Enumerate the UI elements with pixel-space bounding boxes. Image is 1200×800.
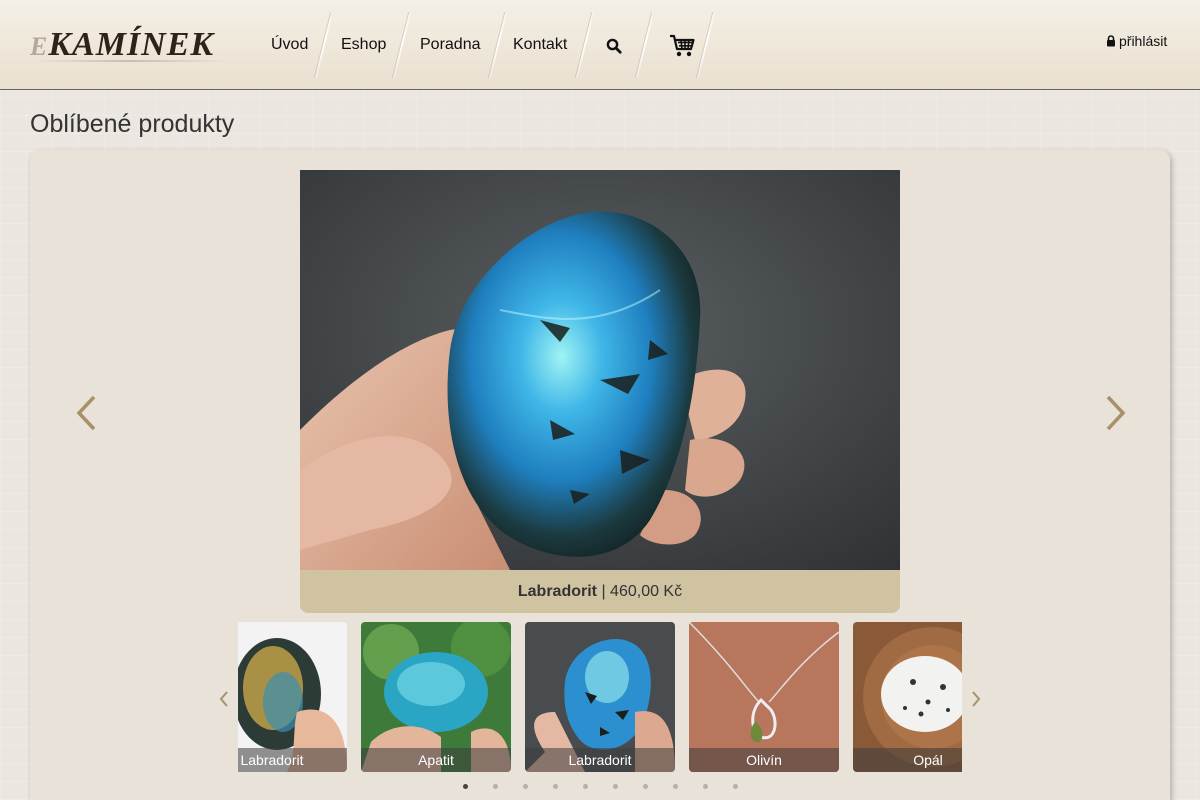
pagination-dot[interactable] <box>733 784 738 789</box>
thumbnail-item[interactable]: Apatit <box>361 622 511 772</box>
nav-divider <box>396 12 408 78</box>
carousel-prev-arrow-icon[interactable] <box>74 393 100 433</box>
thumbnail-label: Apatit <box>361 748 511 772</box>
login-link[interactable]: přihlásit <box>1106 33 1167 51</box>
nav-divider <box>700 12 712 78</box>
thumbnail-label: Opál <box>853 748 962 772</box>
nav-divider <box>639 12 651 78</box>
lock-icon <box>1107 35 1115 47</box>
thumbnail-label: Labradorit <box>238 748 347 772</box>
thumbs-next-arrow-icon[interactable] <box>971 690 981 708</box>
thumbnail-item[interactable]: Labradorit <box>238 622 347 772</box>
logo-text: KAMÍNEK <box>48 26 215 63</box>
featured-product-image[interactable] <box>300 170 900 570</box>
login-label: přihlásit <box>1119 33 1168 49</box>
pagination-dot[interactable] <box>703 784 708 789</box>
pagination-dot[interactable] <box>523 784 528 789</box>
pagination-dot[interactable] <box>643 784 648 789</box>
pagination-dot[interactable] <box>493 784 498 789</box>
nav-divider <box>318 12 330 78</box>
pagination-dot[interactable] <box>613 784 618 789</box>
thumbnail-label: Labradorit <box>525 748 675 772</box>
featured-product-name: Labradorit <box>517 583 597 600</box>
featured-product-caption[interactable]: Labradorit | 460,00 Kč <box>300 570 900 613</box>
nav-divider <box>579 12 591 78</box>
thumbnail-item[interactable]: Labradorit <box>525 622 675 772</box>
site-header: EKAMÍNEK Úvod Eshop Poradna Kontakt přih… <box>0 0 1200 90</box>
featured-product-price: 460,00 Kč <box>610 583 683 600</box>
page-title: Oblíbené produkty <box>30 110 235 138</box>
nav-item-eshop[interactable]: Eshop <box>341 30 386 60</box>
pagination-dot[interactable] <box>553 784 558 789</box>
nav-divider <box>492 12 504 78</box>
thumbnail-item[interactable]: Opál <box>853 622 962 772</box>
carousel-next-arrow-icon[interactable] <box>1102 393 1128 433</box>
nav-item-kontakt[interactable]: Kontakt <box>513 30 567 60</box>
logo-prefix: E <box>30 32 49 61</box>
site-logo[interactable]: EKAMÍNEK <box>30 22 230 72</box>
thumbnail-strip: Labradorit Apatit Labradorit Olivín Opál <box>238 622 962 772</box>
pagination-dot[interactable] <box>583 784 588 789</box>
thumbs-prev-arrow-icon[interactable] <box>219 690 229 708</box>
nav-item-uvod[interactable]: Úvod <box>271 30 308 60</box>
search-icon[interactable] <box>606 38 622 54</box>
logo-underline <box>30 60 230 62</box>
pagination-dot[interactable] <box>673 784 678 789</box>
thumbnail-item[interactable]: Olivín <box>689 622 839 772</box>
thumbnail-label: Olivín <box>689 748 839 772</box>
shopping-cart-icon[interactable] <box>669 33 695 59</box>
pagination-dot[interactable] <box>463 784 468 789</box>
caption-separator: | <box>597 583 611 600</box>
nav-item-poradna[interactable]: Poradna <box>420 30 481 60</box>
